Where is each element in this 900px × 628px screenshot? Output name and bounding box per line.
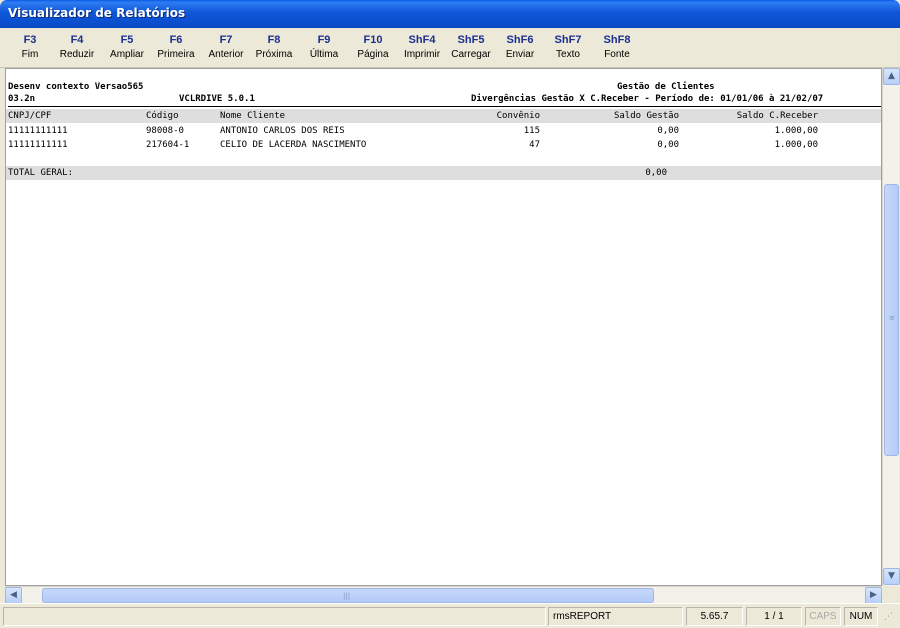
button-label: Anterior — [208, 49, 244, 60]
button-label: Reduzir — [59, 49, 95, 60]
row-2-nome: CELIO DE LACERDA NASCIMENTO — [220, 140, 367, 150]
toolbar-button-imprimir[interactable]: ShF4 Imprimir — [398, 33, 446, 62]
button-label: Enviar — [505, 49, 535, 60]
col-header-nome: Nome Cliente — [220, 111, 286, 121]
button-label: Primeira — [157, 49, 195, 60]
report-program-name: VCLRDIVE 5.0.1 — [179, 94, 255, 104]
button-label: Fonte — [604, 49, 630, 60]
row-2-convenio: 47 — [529, 140, 540, 150]
row-1-codigo: 98008-0 — [146, 126, 184, 136]
col-header-convenio: Convênio — [496, 111, 540, 121]
toolbar-button-ampliar[interactable]: F5 Ampliar — [103, 33, 151, 62]
row-2-saldo-gestao: 0,00 — [657, 140, 679, 150]
window-title: Visualizador de Relatórios — [8, 6, 186, 20]
shortcut-key: ShF5 — [457, 34, 485, 46]
scroll-left-button[interactable]: ◀ — [5, 587, 22, 604]
resize-grip-icon[interactable]: ⋰ — [884, 613, 893, 622]
status-page-indicator: 1 / 1 — [746, 607, 802, 626]
shortcut-key: F6 — [169, 34, 183, 46]
toolbar-button-pagina[interactable]: F10 Página — [349, 33, 397, 62]
button-label: Próxima — [255, 49, 293, 60]
scroll-right-button[interactable]: ▶ — [865, 587, 882, 604]
row-1-nome: ANTONIO CARLOS DOS REIS — [220, 126, 345, 136]
total-value: 0,00 — [645, 168, 667, 178]
arrow-right-icon: ▶ — [870, 590, 877, 600]
button-label: Ampliar — [110, 49, 144, 60]
scroll-down-button[interactable]: ▼ — [883, 568, 900, 585]
status-num-indicator: NUM — [844, 607, 878, 626]
report-subtitle: Divergências Gestão X C.Receber - Períod… — [471, 94, 824, 104]
shortcut-key: F9 — [317, 34, 331, 46]
shortcut-key: F4 — [70, 34, 84, 46]
row-2-cnpj: 11111111111 — [8, 140, 68, 150]
shortcut-key: F3 — [23, 34, 37, 46]
toolbar-button-fonte[interactable]: ShF8 Fonte — [593, 33, 641, 62]
total-label: TOTAL GERAL: — [8, 168, 74, 178]
col-header-codigo: Código — [146, 111, 179, 121]
row-2-saldo-receber: 1.000,00 — [774, 140, 818, 150]
report-page[interactable]: Desenv contexto Versao565 03.2n VCLRDIVE… — [5, 68, 882, 586]
status-message-panel — [3, 607, 546, 626]
toolbar-button-proxima[interactable]: F8 Próxima — [250, 33, 298, 62]
horizontal-scrollbar[interactable]: ◀ ||| ▶ — [5, 586, 882, 604]
toolbar-button-fim[interactable]: F3 Fim — [6, 33, 54, 62]
shortcut-key: ShF8 — [603, 34, 631, 46]
horizontal-scroll-thumb[interactable]: ||| — [42, 588, 654, 603]
status-app-name: rmsREPORT — [548, 607, 683, 626]
toolbar-button-reduzir[interactable]: F4 Reduzir — [53, 33, 101, 62]
button-label: Página — [357, 49, 389, 60]
grip-icon: ≡ — [889, 314, 895, 322]
total-band — [6, 166, 881, 180]
toolbar-button-enviar[interactable]: ShF6 Enviar — [496, 33, 544, 62]
title-bar[interactable]: Visualizador de Relatórios — [0, 0, 900, 28]
row-1-convenio: 115 — [523, 126, 540, 136]
arrow-down-icon: ▼ — [888, 571, 895, 581]
shortcut-key: ShF7 — [554, 34, 582, 46]
shortcut-key: F5 — [120, 34, 134, 46]
button-label: Carregar — [451, 49, 491, 60]
shortcut-key: F8 — [267, 34, 281, 46]
button-label: Fim — [21, 49, 39, 60]
vertical-scroll-thumb[interactable]: ≡ — [884, 184, 899, 456]
button-label: Texto — [556, 49, 580, 60]
row-2-codigo: 217604-1 — [146, 140, 190, 150]
report-title: Gestão de Clientes — [617, 82, 715, 92]
toolbar-button-anterior[interactable]: F7 Anterior — [202, 33, 250, 62]
report-context: Desenv contexto Versao565 — [8, 82, 144, 92]
toolbar-button-primeira[interactable]: F6 Primeira — [152, 33, 200, 62]
row-1-saldo-gestao: 0,00 — [657, 126, 679, 136]
col-header-saldo-gestao: Saldo Gestão — [613, 111, 679, 121]
col-header-cnpj: CNPJ/CPF — [8, 111, 52, 121]
toolbar-button-texto[interactable]: ShF7 Texto — [544, 33, 592, 62]
status-bar: rmsREPORT 5.65.7 1 / 1 CAPS NUM ⋰ — [0, 603, 900, 628]
shortcut-key: F10 — [363, 34, 383, 46]
vertical-scrollbar[interactable]: ▲ ≡ ▼ — [882, 68, 900, 586]
shortcut-key: ShF6 — [506, 34, 534, 46]
button-label: Última — [309, 49, 339, 60]
shortcut-key: ShF4 — [408, 34, 436, 46]
button-label: Imprimir — [403, 49, 441, 60]
shortcut-key: F7 — [219, 34, 233, 46]
toolbar-button-carregar[interactable]: ShF5 Carregar — [447, 33, 495, 62]
header-rule — [8, 106, 881, 107]
grip-icon: ||| — [343, 592, 351, 600]
col-header-saldo-receber: Saldo C.Receber — [736, 111, 818, 121]
arrow-left-icon: ◀ — [10, 590, 17, 600]
scroll-up-button[interactable]: ▲ — [883, 68, 900, 85]
row-1-saldo-receber: 1.000,00 — [774, 126, 818, 136]
status-version: 5.65.7 — [686, 607, 743, 626]
toolbar-button-ultima[interactable]: F9 Última — [300, 33, 348, 62]
row-1-cnpj: 11111111111 — [8, 126, 68, 136]
toolbar: F3 Fim F4 Reduzir F5 Ampliar F6 Primeira… — [0, 28, 900, 68]
arrow-up-icon: ▲ — [888, 71, 895, 81]
report-version-code: 03.2n — [8, 94, 36, 104]
status-caps-indicator: CAPS — [805, 607, 841, 626]
